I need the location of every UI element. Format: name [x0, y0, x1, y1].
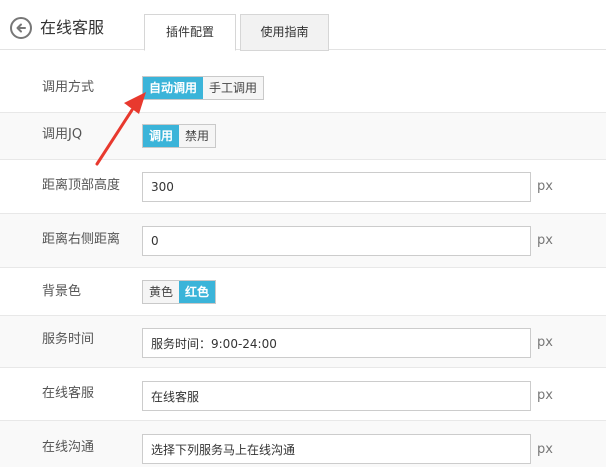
- page-title: 在线客服: [40, 18, 105, 37]
- arrow-left-icon: [16, 23, 26, 33]
- top-distance-unit: px: [537, 179, 553, 194]
- row-bg-color: 背景色 黄色 红色: [0, 268, 606, 316]
- online-chat-label: 在线沟通: [42, 440, 95, 455]
- online-chat-input[interactable]: [142, 434, 531, 464]
- row-jq: 调用JQ 调用 禁用: [0, 113, 606, 160]
- jq-disable-option[interactable]: 禁用: [179, 125, 216, 147]
- header-bar: 在线客服 插件配置 使用指南: [0, 0, 606, 51]
- row-right-distance: 距离右侧距离 px: [0, 214, 606, 268]
- row-call-method: 调用方式 自动调用 手工调用: [0, 50, 606, 113]
- row-online-service: 在线客服 px: [0, 368, 606, 421]
- right-distance-unit: px: [537, 233, 553, 248]
- jq-enable-option[interactable]: 调用: [143, 125, 180, 147]
- call-method-manual-option[interactable]: 手工调用: [203, 77, 264, 99]
- bg-color-yellow-option[interactable]: 黄色: [143, 281, 180, 303]
- service-time-input[interactable]: [142, 328, 531, 358]
- online-service-input[interactable]: [142, 381, 531, 411]
- service-time-unit: px: [537, 335, 553, 350]
- online-service-label: 在线客服: [42, 386, 95, 401]
- bg-color-toggle: 黄色 红色: [142, 280, 217, 304]
- bg-color-red-option[interactable]: 红色: [179, 281, 216, 303]
- service-time-label: 服务时间: [42, 332, 95, 347]
- bg-color-label: 背景色: [42, 284, 82, 299]
- call-method-auto-option[interactable]: 自动调用: [143, 77, 204, 99]
- call-method-label: 调用方式: [42, 80, 95, 95]
- call-method-toggle: 自动调用 手工调用: [142, 76, 265, 100]
- right-distance-label: 距离右侧距离: [42, 232, 121, 247]
- tab-plugin-config[interactable]: 插件配置: [144, 14, 236, 51]
- row-service-time: 服务时间 px: [0, 316, 606, 368]
- jq-label: 调用JQ: [42, 127, 83, 142]
- top-distance-input[interactable]: [142, 172, 531, 202]
- online-chat-unit: px: [537, 442, 553, 457]
- tab-usage-guide[interactable]: 使用指南: [240, 14, 329, 51]
- online-service-unit: px: [537, 388, 553, 403]
- row-online-chat: 在线沟通 px: [0, 421, 606, 467]
- right-distance-input[interactable]: [142, 226, 531, 256]
- jq-toggle: 调用 禁用: [142, 124, 217, 148]
- row-top-distance: 距离顶部高度 px: [0, 160, 606, 214]
- top-distance-label: 距离顶部高度: [42, 178, 121, 193]
- back-button[interactable]: [10, 17, 32, 39]
